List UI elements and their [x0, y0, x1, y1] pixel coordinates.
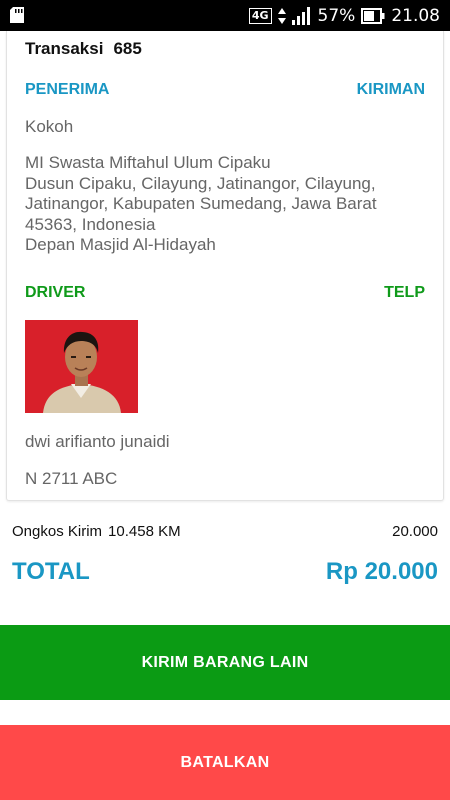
shipping-cost-label: Ongkos Kirim: [12, 523, 103, 540]
transaction-card: Transaksi 685 PENERIMA KIRIMAN Kokoh MI S…: [6, 31, 444, 501]
status-bar-right: 4G 57% 21.08: [248, 5, 440, 27]
transaction-label: Transaksi: [25, 39, 104, 58]
total-label: TOTAL: [12, 558, 90, 585]
address-line: Jatinangor, Kabupaten Sumedang, Jawa Bar…: [25, 194, 377, 213]
signal-icon: [291, 7, 310, 25]
address-line: Dusun Cipaku, Cilayung, Jatinangor, Cila…: [25, 173, 376, 193]
battery-icon: [361, 8, 385, 24]
driver-name: dwi arifianto junaidi: [25, 432, 170, 451]
network-type-badge: 4G: [248, 8, 272, 24]
shipment-header[interactable]: KIRIMAN: [357, 81, 425, 99]
transaction-number: 685: [113, 39, 142, 58]
cancel-button[interactable]: BATALKAN: [0, 725, 450, 800]
distance-value: 10.458 KM: [108, 523, 181, 540]
battery-percent: 57%: [317, 6, 356, 26]
driver-header: DRIVER: [25, 284, 86, 301]
driver-plate: N 2711 ABC: [25, 469, 118, 488]
status-bar: 4G 57% 21.08: [0, 0, 450, 31]
driver-photo: [25, 320, 138, 413]
sd-card-icon: [10, 7, 24, 23]
call-driver-link[interactable]: TELP: [384, 284, 425, 302]
shipping-cost-row: Ongkos Kirim 10.458 KM: [12, 523, 181, 540]
shipping-cost-value: 20.000: [392, 523, 438, 540]
address-line: MI Swasta Miftahul Ulum Cipaku: [25, 153, 271, 172]
address-line: Depan Masjid Al-Hidayah: [25, 235, 216, 254]
recipient-address: MI Swasta Miftahul Ulum Cipaku Dusun Cip…: [25, 153, 425, 256]
total-value: Rp 20.000: [325, 558, 438, 585]
transaction-title: Transaksi 685: [25, 39, 142, 59]
data-transfer-icon: [277, 8, 286, 24]
recipient-header: PENERIMA: [25, 81, 110, 98]
clock: 21.08: [391, 6, 440, 26]
address-line: 45363, Indonesia: [25, 214, 156, 234]
send-another-button[interactable]: KIRIM BARANG LAIN: [0, 625, 450, 700]
recipient-name: Kokoh: [25, 117, 74, 136]
